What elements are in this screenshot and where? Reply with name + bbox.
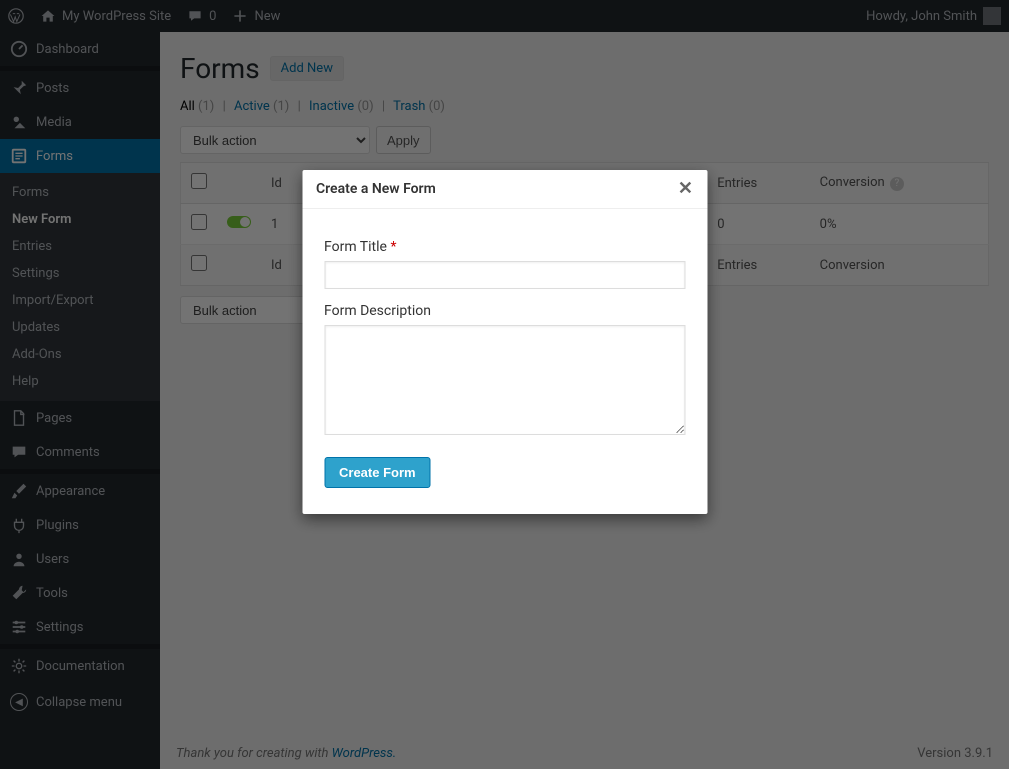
create-form-dialog: Create a New Form ✕ Form Title * Form De…: [302, 170, 707, 514]
close-icon[interactable]: ✕: [678, 180, 693, 198]
form-description-label: Form Description: [324, 303, 685, 319]
form-title-label: Form Title *: [324, 239, 685, 255]
dialog-title: Create a New Form: [316, 181, 436, 197]
form-title-input[interactable]: [324, 261, 685, 289]
create-form-button[interactable]: Create Form: [324, 457, 431, 488]
form-description-input[interactable]: [324, 325, 685, 435]
